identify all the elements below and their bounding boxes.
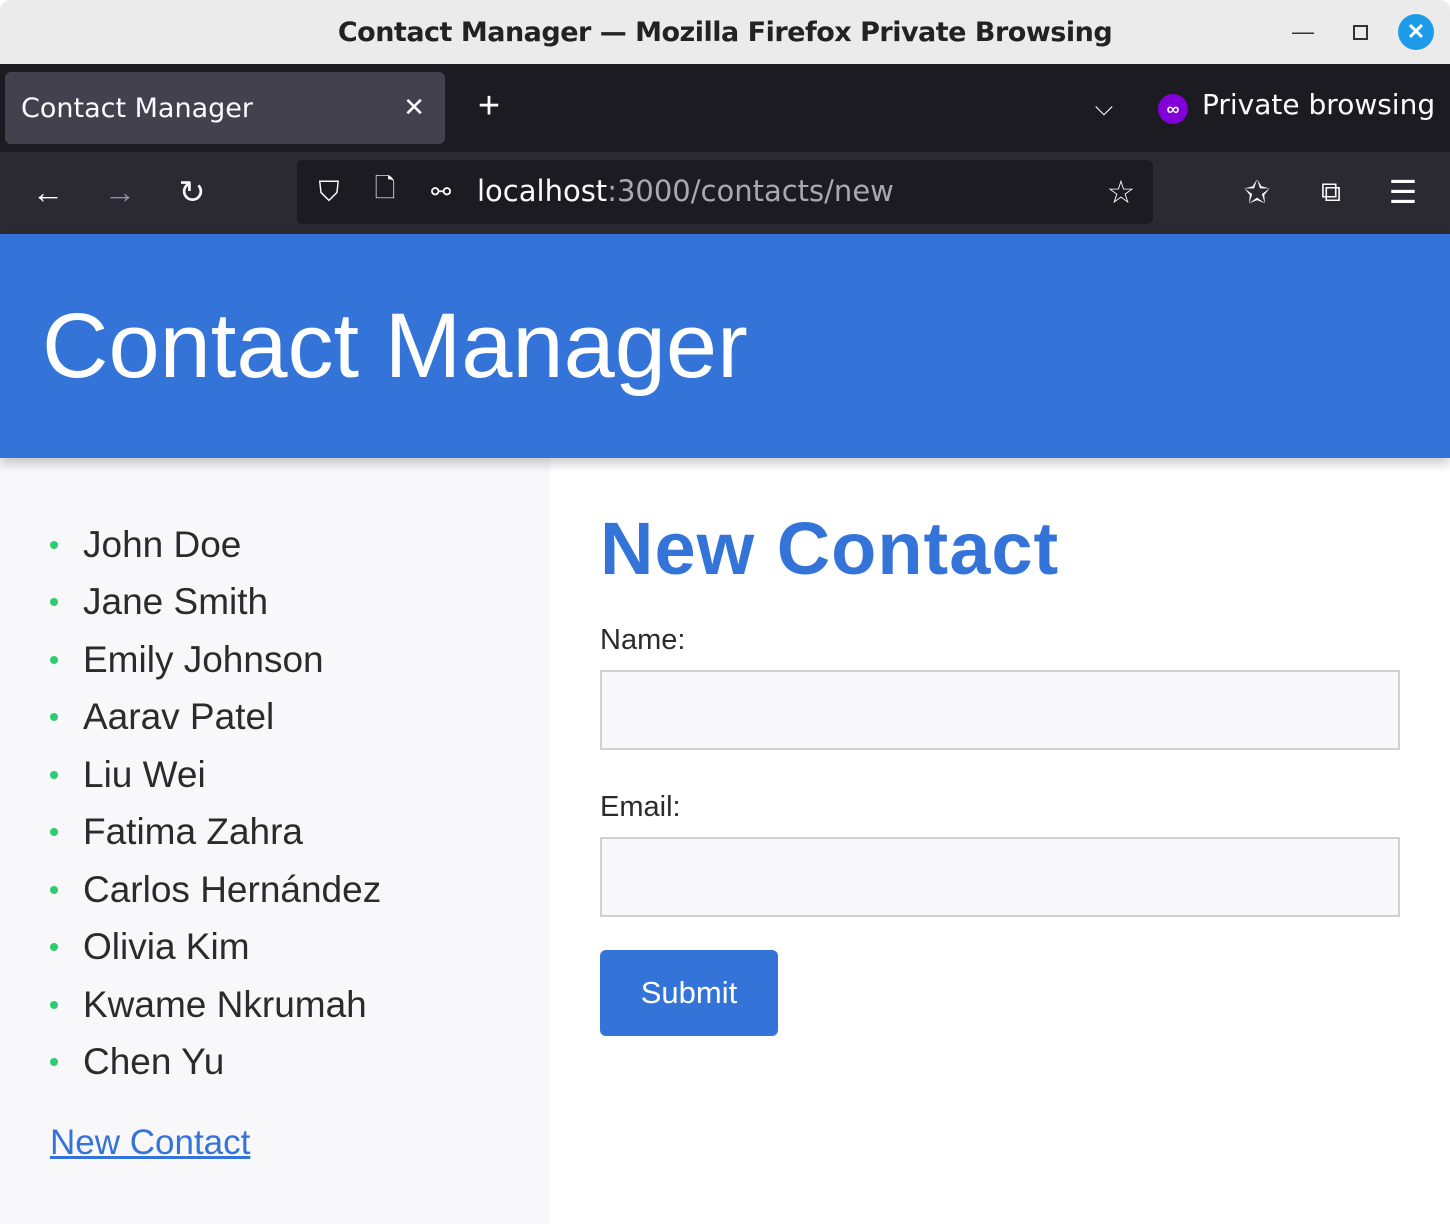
- hamburger-menu-icon[interactable]: ☰: [1384, 172, 1422, 212]
- contact-list-item[interactable]: Liu Wei: [50, 746, 381, 804]
- contact-name: Olivia Kim: [83, 926, 250, 968]
- close-window-button[interactable]: ✕: [1397, 0, 1435, 64]
- contact-list-item[interactable]: Emily Johnson: [50, 631, 381, 689]
- contact-list: John Doe Jane Smith Emily Johnson Aarav Pat…: [50, 516, 381, 1091]
- contact-name: Liu Wei: [83, 753, 206, 795]
- bullet-icon: [50, 598, 58, 607]
- tab-bar: Contact Manager ✕ + ⌵ ∞ Private browsing: [0, 64, 1450, 152]
- form-title: New Contact: [600, 507, 1060, 590]
- minimize-button[interactable]: —: [1288, 0, 1318, 64]
- bullet-icon: [50, 828, 58, 837]
- url-text[interactable]: localhost:3000/contacts/new: [477, 174, 894, 208]
- name-label: Name:: [600, 624, 686, 656]
- contact-list-item[interactable]: Olivia Kim: [50, 919, 381, 977]
- bullet-icon: [50, 655, 58, 664]
- tab-label: Contact Manager: [21, 92, 253, 124]
- private-browsing-icon: ∞: [1158, 94, 1188, 124]
- maximize-button[interactable]: [1346, 0, 1374, 64]
- navigation-bar: ← → ↻ ⛉ 🗋 ⚯ localhost:3000/contacts/new …: [0, 152, 1450, 234]
- contact-name: Emily Johnson: [83, 638, 324, 680]
- contacts-sidebar: John Doe Jane Smith Emily Johnson Aarav Pat…: [0, 458, 550, 1224]
- reload-icon[interactable]: ↻: [174, 172, 210, 212]
- url-bar[interactable]: ⛉ 🗋 ⚯ localhost:3000/contacts/new ☆: [297, 160, 1153, 224]
- list-tabs-chevron-down-icon[interactable]: ⌵: [1086, 86, 1122, 130]
- new-tab-button[interactable]: +: [472, 84, 506, 128]
- forward-arrow-icon[interactable]: →: [102, 172, 138, 212]
- contact-list-item[interactable]: John Doe: [50, 516, 381, 574]
- tab-close-icon[interactable]: ✕: [403, 93, 425, 123]
- url-host: localhost: [477, 174, 608, 208]
- contact-list-item[interactable]: Fatima Zahra: [50, 804, 381, 862]
- bullet-icon: [50, 943, 58, 952]
- contact-name: Jane Smith: [83, 581, 269, 623]
- submit-button[interactable]: Submit: [600, 950, 778, 1036]
- back-arrow-icon[interactable]: ←: [30, 172, 66, 212]
- permissions-icon[interactable]: ⚯: [425, 174, 457, 210]
- bullet-icon: [50, 1058, 58, 1067]
- bullet-icon: [50, 540, 58, 549]
- private-browsing-label: Private browsing: [1202, 88, 1436, 121]
- bullet-icon: [50, 713, 58, 722]
- bullet-icon: [50, 885, 58, 894]
- contact-list-item[interactable]: Chen Yu: [50, 1034, 381, 1092]
- contact-name: Fatima Zahra: [83, 811, 304, 853]
- app-header: Contact Manager: [0, 234, 1450, 458]
- page-icon[interactable]: 🗋: [371, 173, 399, 210]
- contact-name: Aarav Patel: [83, 696, 275, 738]
- shield-icon[interactable]: ⛉: [313, 174, 345, 210]
- bookmarks-menu-star-icon[interactable]: ✩: [1238, 172, 1276, 212]
- contact-name: Chen Yu: [83, 1041, 225, 1083]
- bullet-icon: [50, 1000, 58, 1009]
- bookmark-star-icon[interactable]: ☆: [1103, 174, 1139, 210]
- email-label: Email:: [600, 791, 681, 823]
- contact-list-item[interactable]: Jane Smith: [50, 574, 381, 632]
- extensions-puzzle-icon[interactable]: ⧉: [1312, 172, 1350, 212]
- tab-contact-manager[interactable]: Contact Manager ✕: [5, 72, 445, 144]
- url-path: :3000/contacts/new: [607, 174, 894, 208]
- contact-name: Carlos Hernández: [83, 868, 382, 910]
- name-input[interactable]: [600, 670, 1400, 750]
- window-title: Contact Manager — Mozilla Firefox Privat…: [337, 16, 1113, 48]
- email-input[interactable]: [600, 837, 1400, 917]
- contact-list-item[interactable]: Kwame Nkrumah: [50, 976, 381, 1034]
- contact-name: Kwame Nkrumah: [83, 983, 367, 1025]
- new-contact-link[interactable]: New Contact: [50, 1123, 250, 1163]
- contact-list-item[interactable]: Carlos Hernández: [50, 861, 381, 919]
- window-titlebar: Contact Manager — Mozilla Firefox Privat…: [0, 0, 1450, 64]
- contact-name: John Doe: [83, 523, 242, 565]
- contact-list-item[interactable]: Aarav Patel: [50, 689, 381, 747]
- bullet-icon: [50, 770, 58, 779]
- app-title: Contact Manager: [42, 295, 748, 397]
